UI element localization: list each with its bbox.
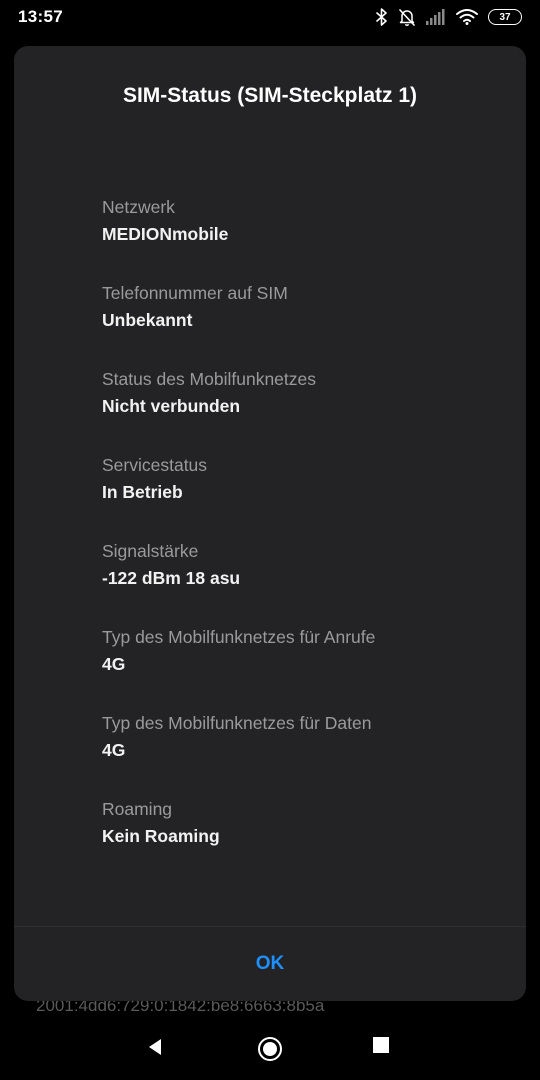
info-label: Status des Mobilfunknetzes [102, 369, 317, 389]
ok-button[interactable]: OK [14, 927, 526, 1001]
info-value: -122 dBm 18 asu [102, 568, 241, 588]
info-value: Nicht verbunden [102, 396, 241, 416]
back-icon[interactable] [144, 1036, 166, 1058]
info-value: 4G [102, 654, 126, 674]
battery-icon: 37 [488, 9, 522, 25]
dialog-title: SIM-Status (SIM-Steckplatz 1) [122, 84, 418, 107]
info-item-mobile-network-state: Status des Mobilfunknetzes Nicht verbund… [102, 368, 502, 454]
sim-status-dialog: SIM-Status (SIM-Steckplatz 1) Netzwerk M… [14, 46, 526, 1001]
status-icons: 37 [376, 7, 522, 27]
wifi-icon [456, 9, 478, 25]
info-label: Typ des Mobilfunknetzes für Anrufe [102, 627, 376, 647]
info-value: 4G [102, 740, 126, 760]
info-label: Signalstärke [102, 541, 199, 561]
info-value: In Betrieb [102, 482, 183, 502]
info-item-signal-strength: Signalstärke -122 dBm 18 asu [102, 540, 502, 626]
info-label: Servicestatus [102, 455, 208, 475]
info-item-network: Netzwerk MEDIONmobile [102, 196, 502, 282]
info-item-data-network-type: Typ des Mobilfunknetzes für Daten 4G [102, 712, 502, 798]
status-time: 13:57 [18, 7, 63, 26]
info-item-voice-network-type: Typ des Mobilfunknetzes für Anrufe 4G [102, 626, 502, 712]
info-label: Typ des Mobilfunknetzes für Daten [102, 713, 372, 733]
info-item-phone-number: Telefonnummer auf SIM Unbekannt [102, 282, 502, 368]
info-value: Kein Roaming [102, 826, 220, 846]
notifications-off-icon [398, 8, 416, 26]
info-label: Telefonnummer auf SIM [102, 283, 288, 303]
recents-icon[interactable] [372, 1036, 390, 1054]
status-bar: 13:57 37 [0, 0, 540, 34]
info-label: Netzwerk [102, 197, 175, 217]
info-item-service-state: Servicestatus In Betrieb [102, 454, 502, 540]
info-value: MEDIONmobile [102, 224, 229, 244]
info-value: Unbekannt [102, 310, 193, 330]
info-item-roaming: Roaming Kein Roaming [102, 798, 502, 884]
navigation-bar [0, 1020, 540, 1076]
bluetooth-icon [376, 8, 388, 26]
signal-icon [426, 9, 446, 25]
sim-info-list: Netzwerk MEDIONmobile Telefonnummer auf … [102, 196, 502, 884]
home-icon[interactable] [257, 1036, 283, 1062]
info-label: Roaming [102, 799, 173, 819]
